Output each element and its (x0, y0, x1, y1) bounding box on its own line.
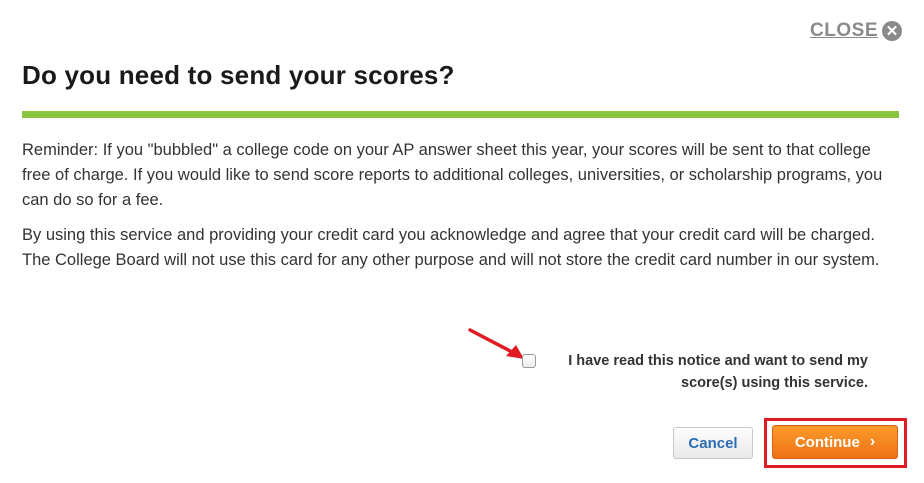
close-label: CLOSE (810, 20, 878, 41)
notice-label[interactable]: I have read this notice and want to send… (548, 350, 868, 394)
notice-acknowledgement: I have read this notice and want to send… (522, 350, 868, 394)
close-icon: ✕ (882, 21, 902, 41)
red-arrow-icon (468, 328, 524, 359)
reminder-paragraph: Reminder: If you "bubbled" a college cod… (22, 141, 883, 209)
chevron-right-icon: › (869, 433, 876, 450)
continue-label: Continue (794, 433, 860, 451)
cancel-button[interactable]: Cancel (673, 427, 753, 459)
send-scores-dialog: CLOSE ✕ Do you need to send your scores?… (0, 0, 924, 483)
dialog-body: Reminder: If you "bubbled" a college cod… (22, 138, 902, 283)
close-button[interactable]: CLOSE ✕ (810, 20, 902, 42)
continue-button[interactable]: Continue › (772, 425, 898, 459)
dialog-title: Do you need to send your scores? (22, 60, 455, 90)
title-divider (22, 111, 899, 118)
agreement-paragraph: By using this service and providing your… (22, 226, 880, 269)
notice-checkbox[interactable] (522, 354, 536, 368)
